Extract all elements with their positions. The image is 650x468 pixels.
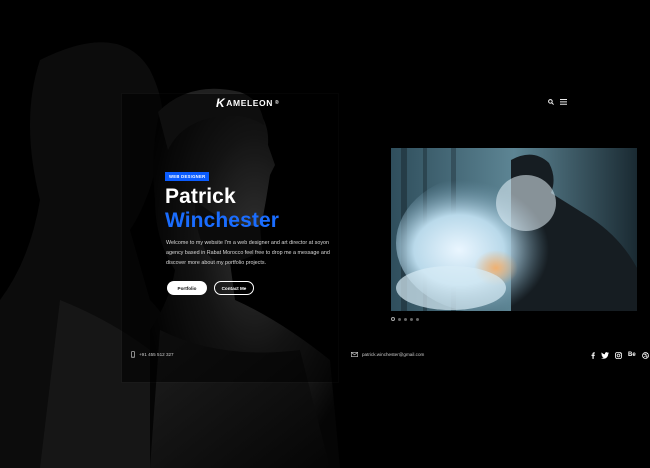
logo-wordmark: AMELEON [226,98,273,108]
slider-dot[interactable] [391,317,395,321]
facebook-icon[interactable] [591,351,595,359]
featured-photo[interactable] [391,148,637,311]
behance-icon[interactable]: Be [628,351,636,359]
logo-letter-k: K [216,96,226,110]
envelope-icon [351,352,358,357]
twitter-icon[interactable] [601,351,609,359]
slider-dots [391,317,419,321]
instagram-icon[interactable] [615,351,622,359]
email-address: patrick.winchester@gmail.com [362,352,425,357]
email-contact[interactable]: patrick.winchester@gmail.com [351,352,424,357]
contact-me-button[interactable]: Contact Me [214,281,254,295]
dribbble-icon[interactable] [641,351,649,359]
hero-bio: Welcome to my website I'm a web designer… [166,240,330,267]
logo-registered-mark: ® [274,100,280,106]
role-badge: WEB DESIGNER [165,172,210,181]
portfolio-button[interactable]: Portfolio [167,281,207,295]
hero-first-name: Patrick [165,185,236,208]
header-icons [548,99,567,105]
social-links: Be [591,351,649,359]
slider-dot[interactable] [416,317,419,321]
brand-logo[interactable]: K AMELEON ® [216,96,279,110]
slider-dot[interactable] [404,317,407,321]
mobile-phone-icon [131,351,135,358]
hamburger-menu-icon[interactable] [560,99,567,105]
hero-last-name: Winchester [165,209,280,232]
slider-dot[interactable] [398,317,401,321]
phone-number: +91 455 512 327 [139,352,174,357]
phone-contact[interactable]: +91 455 512 327 [131,351,174,358]
slider-dot[interactable] [410,317,413,321]
search-icon[interactable] [548,99,554,105]
